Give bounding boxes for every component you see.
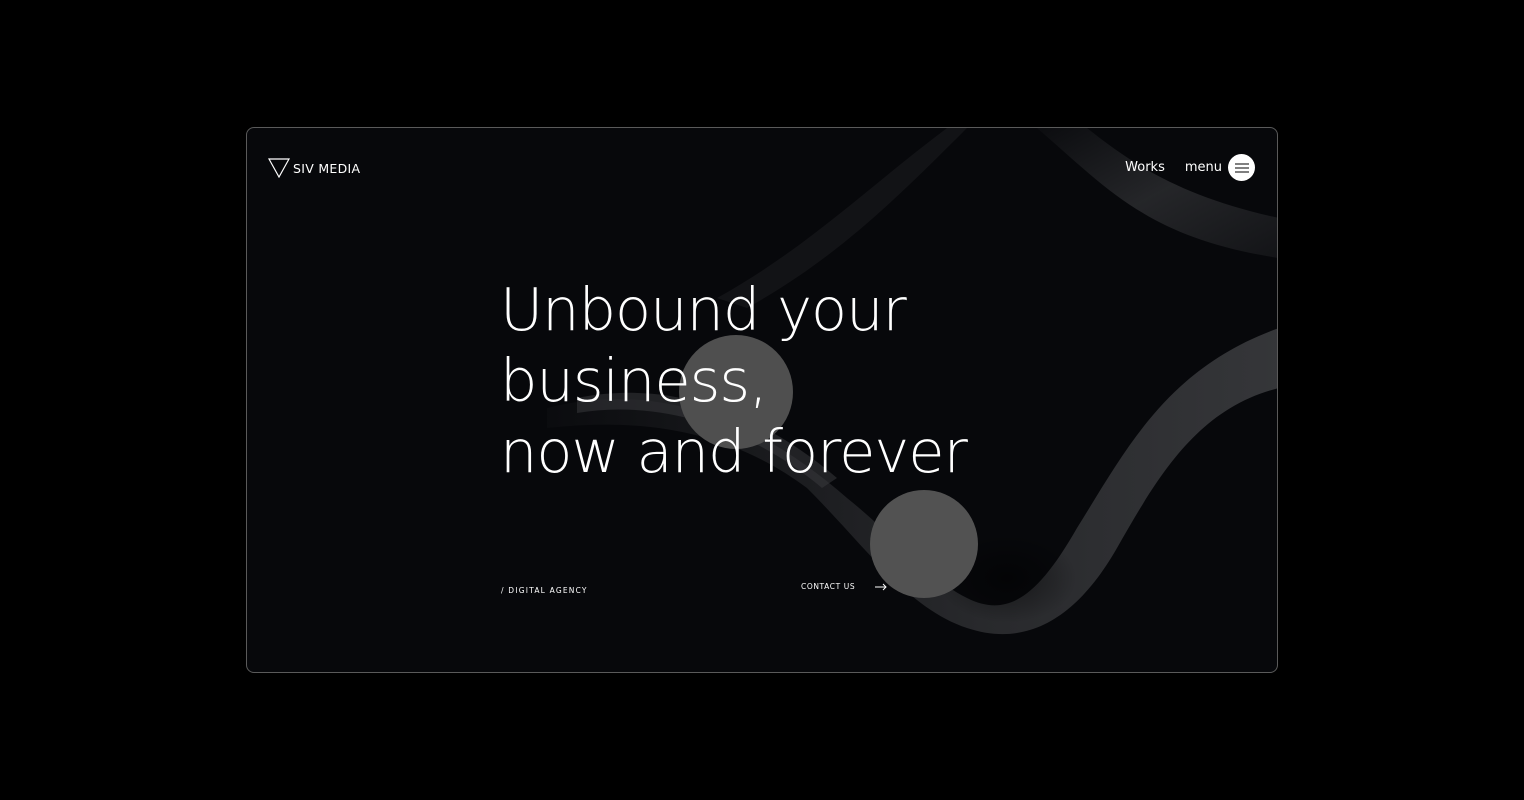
hero-headline: Unbound your business, now and forever [500,274,968,487]
brand-name: SIV MEDIA [293,160,361,176]
headline-line-3: now and forever [500,417,968,486]
contact-us-link[interactable]: CONTACT US [801,582,887,591]
arrow-right-icon [875,583,887,590]
site-header: SIV MEDIA Works menu [247,128,1277,208]
headline-line-1: Unbound your [500,275,907,344]
menu-label[interactable]: menu [1185,160,1222,175]
headline-line-2: business, [500,346,768,415]
top-nav: Works menu [1125,154,1255,181]
menu-button[interactable] [1228,154,1255,181]
tagline: / DIGITAL AGENCY [501,586,588,595]
triangle-outline-icon [268,158,290,178]
works-link[interactable]: Works [1125,160,1165,175]
contact-us-label: CONTACT US [801,582,856,591]
hamburger-icon [1234,162,1249,173]
browser-frame: SIV MEDIA Works menu Unbound your busine… [246,127,1278,673]
brand-logo[interactable]: SIV MEDIA [268,158,360,178]
